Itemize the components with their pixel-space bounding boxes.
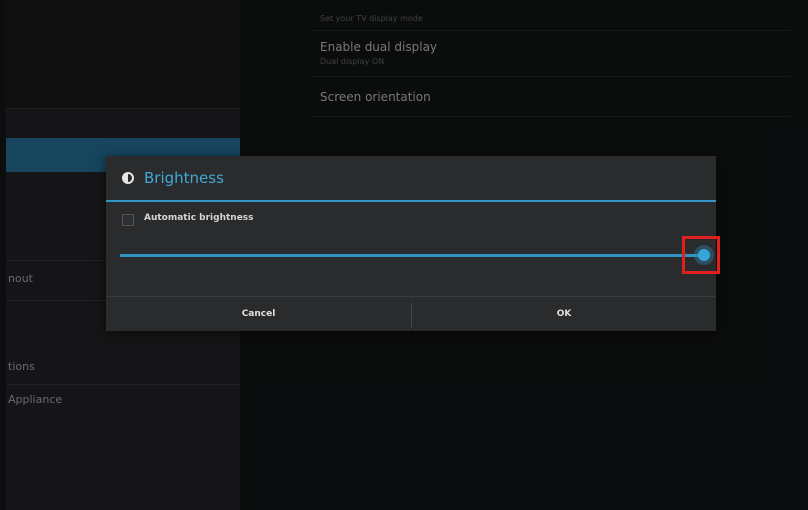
dialog-button-row: Cancel OK (106, 296, 716, 331)
automatic-brightness-label[interactable]: Automatic brightness (144, 213, 254, 223)
slider-fill (120, 254, 704, 257)
automatic-brightness-checkbox[interactable] (122, 214, 134, 226)
title-divider (106, 200, 716, 202)
highlight-box (682, 236, 720, 274)
cancel-button[interactable]: Cancel (106, 297, 411, 331)
brightness-slider[interactable] (120, 245, 714, 265)
dialog-title: Brightness (144, 169, 224, 187)
ok-button[interactable]: OK (412, 297, 716, 331)
brightness-dialog: Brightness Automatic brightness Cancel O… (106, 156, 720, 331)
brightness-icon (122, 172, 134, 184)
dialog-title-bar: Brightness (106, 156, 716, 200)
